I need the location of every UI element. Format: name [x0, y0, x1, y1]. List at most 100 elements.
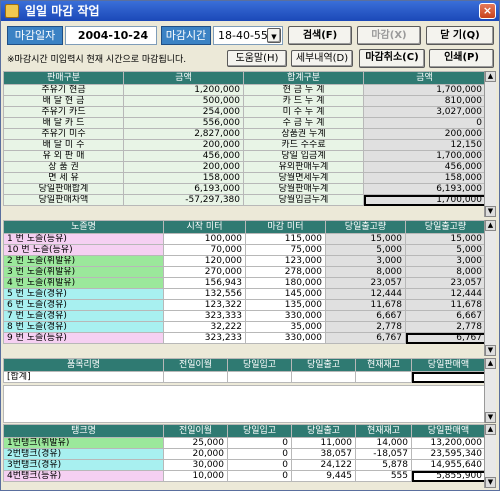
table-row[interactable]: 상 품 권 200,000 유외판매누계 456,000: [3, 161, 486, 173]
table-row[interactable]: 당일판매차액 -57,297,380 당월입금누계 1,700,000: [3, 194, 486, 206]
summary-scrollbar[interactable]: ▲ ▼: [484, 71, 496, 217]
table-cell: 11,678: [405, 299, 486, 311]
col-header: 현재재고: [355, 424, 412, 438]
chevron-down-icon[interactable]: ▼: [267, 28, 281, 43]
table-cell: 1,700,000: [363, 150, 486, 162]
col-header: 금액: [123, 71, 244, 85]
table-row[interactable]: 2 번 노즐(휘발유) 120,000 123,000 3,000 3,000: [3, 255, 486, 267]
table-row[interactable]: 면 세 유 158,000 당월면세누계 158,000: [3, 172, 486, 184]
close-icon[interactable]: ×: [479, 3, 496, 19]
table-cell: 123,000: [245, 255, 326, 267]
table-cell: 당월입금누계: [243, 194, 364, 206]
table-cell: 현 금 누 계: [243, 84, 364, 96]
table-row[interactable]: 8 번 노즐(경유) 32,222 35,000 2,778 2,778: [3, 321, 486, 333]
tank-scrollbar[interactable]: ▲ ▼: [484, 424, 496, 488]
table-cell: 810,000: [363, 95, 486, 107]
col-header: 금액: [363, 71, 486, 85]
table-cell: 12,444: [325, 288, 406, 300]
date-field[interactable]: 2004-10-24: [65, 26, 157, 45]
table-cell: 유외판매누계: [243, 161, 364, 173]
col-header: 당일입고: [227, 358, 292, 372]
table-row[interactable]: 3 번 노즐(휘발유) 270,000 278,000 8,000 8,000: [3, 266, 486, 278]
table-cell: 115,000: [245, 233, 326, 245]
table-cell: 8 번 노즐(경유): [3, 321, 164, 333]
table-row[interactable]: 배 달 현 금 500,000 카 드 누 계 810,000: [3, 95, 486, 107]
table-row[interactable]: 4번탱크(등유) 10,000 0 9,445 555 5,855,900: [3, 470, 486, 482]
table-cell: 132,556: [163, 288, 246, 300]
table-cell: 1,700,000: [363, 84, 486, 96]
table-row[interactable]: 10 번 노즐(등유) 70,000 75,000 5,000 5,000: [3, 244, 486, 256]
table-cell: 6,667: [325, 310, 406, 322]
product-table-empty: [3, 385, 485, 423]
table-cell: 254,000: [123, 106, 244, 118]
exit-button[interactable]: 닫 기(Q): [426, 26, 494, 45]
table-cell: 3,000: [405, 255, 486, 267]
table-row[interactable]: 9 번 노즐(등유) 323,233 330,000 6,767 6,767: [3, 332, 486, 344]
table-cell: 13,200,000: [411, 437, 486, 449]
help-button[interactable]: 도움말(H): [227, 50, 287, 67]
table-cell: 0: [227, 437, 292, 449]
table-cell: 156,943: [163, 277, 246, 289]
table-cell: 11,000: [291, 437, 356, 449]
table-cell: 270,000: [163, 266, 246, 278]
table-row[interactable]: 5 번 노즐(경유) 132,556 145,000 12,444 12,444: [3, 288, 486, 300]
table-cell: 주유기 카드: [3, 106, 124, 118]
table-cell: 14,000: [355, 437, 412, 449]
table-cell: 6,767: [405, 332, 486, 344]
nozzle-scrollbar[interactable]: ▲ ▼: [484, 220, 496, 356]
summary-table[interactable]: 판매구분 금액 합계구분 금액 주유기 현금 1,200,000 현 금 누 계 1,…: [3, 71, 486, 206]
table-row[interactable]: 2번탱크(경유) 20,000 0 38,057 -18,057 23,595,340: [3, 448, 486, 460]
table-cell: 25,000: [163, 437, 228, 449]
table-row[interactable]: 배 달 미 수 200,000 카드 수수료 12,150: [3, 139, 486, 151]
table-row[interactable]: 주유기 카드 254,000 미 수 누 계 3,027,000: [3, 106, 486, 118]
product-table[interactable]: 품목리명 전일이월 당일입고 당일출고 현재재고 당일판매액 [합계]: [3, 358, 486, 383]
table-row[interactable]: 당일판매합계 6,193,000 당월판매누계 6,193,000: [3, 183, 486, 195]
table-cell: 23,595,340: [411, 448, 486, 460]
table-row[interactable]: 3번탱크(경유) 30,000 0 24,122 5,878 14,955,640: [3, 459, 486, 471]
table-cell: 5,000: [325, 244, 406, 256]
table-row[interactable]: 주유기 현금 1,200,000 현 금 누 계 1,700,000: [3, 84, 486, 96]
table-row[interactable]: 7 번 노즐(경유) 323,333 330,000 6,667 6,667: [3, 310, 486, 322]
table-cell: 3,027,000: [363, 106, 486, 118]
table-cell: 323,333: [163, 310, 246, 322]
table-cell: 3 번 노즐(휘발유): [3, 266, 164, 278]
table-row[interactable]: 1번탱크(휘발유) 25,000 0 11,000 14,000 13,200,000: [3, 437, 486, 449]
table-cell: 1,200,000: [123, 84, 244, 96]
col-header: 당일출고량: [405, 220, 486, 234]
total-label: [합계]: [3, 371, 164, 383]
table-cell: 0: [227, 459, 292, 471]
table-row[interactable]: 배 달 카 드 556,000 수 금 누 계0: [3, 117, 486, 129]
table-cell: 수 금 누 계: [243, 117, 364, 129]
table-row[interactable]: 주유기 미수 2,827,000 상품권 누계 200,000: [3, 128, 486, 140]
table-cell: 556,000: [123, 117, 244, 129]
table-cell: 12,150: [363, 139, 486, 151]
cancel-close-button[interactable]: 마감취소(C): [359, 49, 425, 68]
close-day-button[interactable]: 마감(X): [357, 26, 421, 45]
table-row[interactable]: 6 번 노즐(경유) 123,322 135,000 11,678 11,678: [3, 299, 486, 311]
table-cell: 30,000: [163, 459, 228, 471]
table-cell: 12,444: [405, 288, 486, 300]
table-row[interactable]: [합계]: [3, 371, 486, 383]
table-cell: 주유기 미수: [3, 128, 124, 140]
table-cell: 5,855,900: [411, 470, 486, 482]
table-row[interactable]: 1 번 노즐(등유) 100,000 115,000 15,000 15,000: [3, 233, 486, 245]
col-header: 당일판매액: [411, 358, 486, 372]
table-cell: 23,057: [325, 277, 406, 289]
product-scrollbar[interactable]: ▲ ▼: [484, 358, 496, 423]
table-row[interactable]: 4 번 노즐(휘발유) 156,943 180,000 23,057 23,057: [3, 277, 486, 289]
print-button[interactable]: 인쇄(P): [429, 49, 494, 68]
table-cell: 500,000: [123, 95, 244, 107]
search-button[interactable]: 검색(F): [288, 26, 352, 45]
table-cell: 323,233: [163, 332, 246, 344]
tank-table[interactable]: 탱크명 전일이월 당일입고 당일출고 현재재고 당일판매액 1번탱크(휘발유) 2…: [3, 424, 486, 482]
table-cell: 카 드 누 계: [243, 95, 364, 107]
table-cell: 15,000: [325, 233, 406, 245]
table-cell: 555: [355, 470, 412, 482]
table-cell: 5 번 노즐(경유): [3, 288, 164, 300]
table-cell: 200,000: [363, 128, 486, 140]
notice-text: ※마감시간 미입력시 현재 시간으로 마감됩니다.: [7, 55, 187, 65]
table-row[interactable]: 유 외 판 매 456,000 당일 입금계 1,700,000: [3, 150, 486, 162]
nozzle-table[interactable]: 노즐명 시작 미터 마감 미터 당일출고량 당일출고량 1 번 노즐(등유) 10…: [3, 220, 486, 344]
table-cell: 9 번 노즐(등유): [3, 332, 164, 344]
details-button[interactable]: 세부내역(D): [291, 50, 353, 67]
